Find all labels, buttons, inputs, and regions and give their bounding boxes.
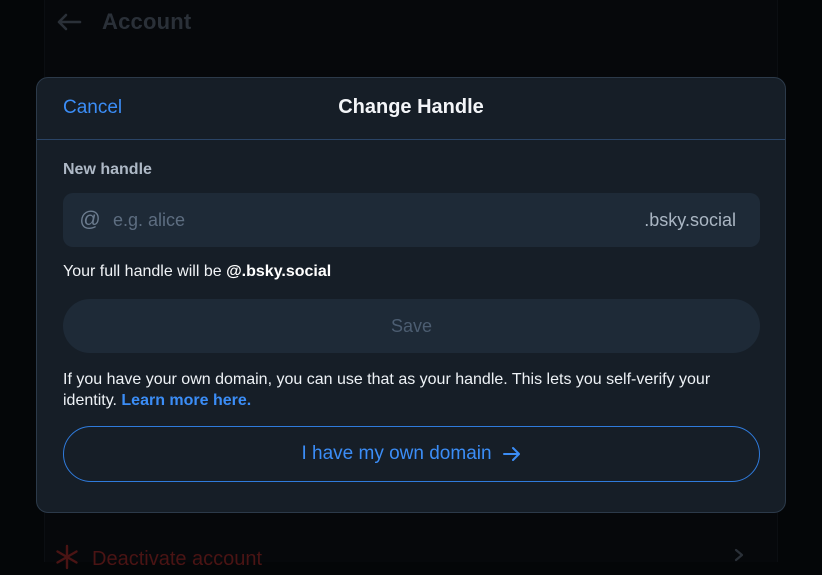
- change-handle-dialog: Cancel Change Handle New handle @ .bsky.…: [36, 77, 786, 513]
- background-danger-item: Deactivate account: [54, 544, 262, 575]
- background-header: Account: [56, 6, 191, 38]
- background-danger-label: Deactivate account: [92, 548, 263, 570]
- snowflake-icon: [54, 544, 80, 575]
- full-handle-prefix: Your full handle will be: [63, 263, 227, 280]
- domain-info-text: If you have your own domain, you can use…: [63, 369, 763, 411]
- arrow-right-icon: [502, 446, 522, 462]
- new-handle-label: New handle: [63, 161, 152, 178]
- at-sign-icon: @: [79, 208, 101, 231]
- own-domain-label: I have my own domain: [301, 443, 492, 464]
- full-handle-preview: Your full handle will be @.bsky.social: [63, 263, 331, 281]
- dialog-header: Cancel Change Handle: [37, 78, 785, 140]
- full-handle-value: @.bsky.social: [226, 263, 332, 280]
- own-domain-button[interactable]: I have my own domain: [63, 426, 760, 482]
- handle-suffix: .bsky.social: [644, 209, 736, 230]
- background-page-title: Account: [102, 9, 192, 34]
- back-arrow-icon: [56, 9, 82, 35]
- learn-more-link[interactable]: Learn more here.: [121, 392, 251, 409]
- chevron-right-icon: [732, 548, 746, 567]
- dialog-title: Change Handle: [338, 96, 484, 118]
- handle-input[interactable]: [113, 209, 645, 231]
- handle-input-container[interactable]: @ .bsky.social: [63, 193, 760, 247]
- save-button[interactable]: Save: [63, 299, 760, 353]
